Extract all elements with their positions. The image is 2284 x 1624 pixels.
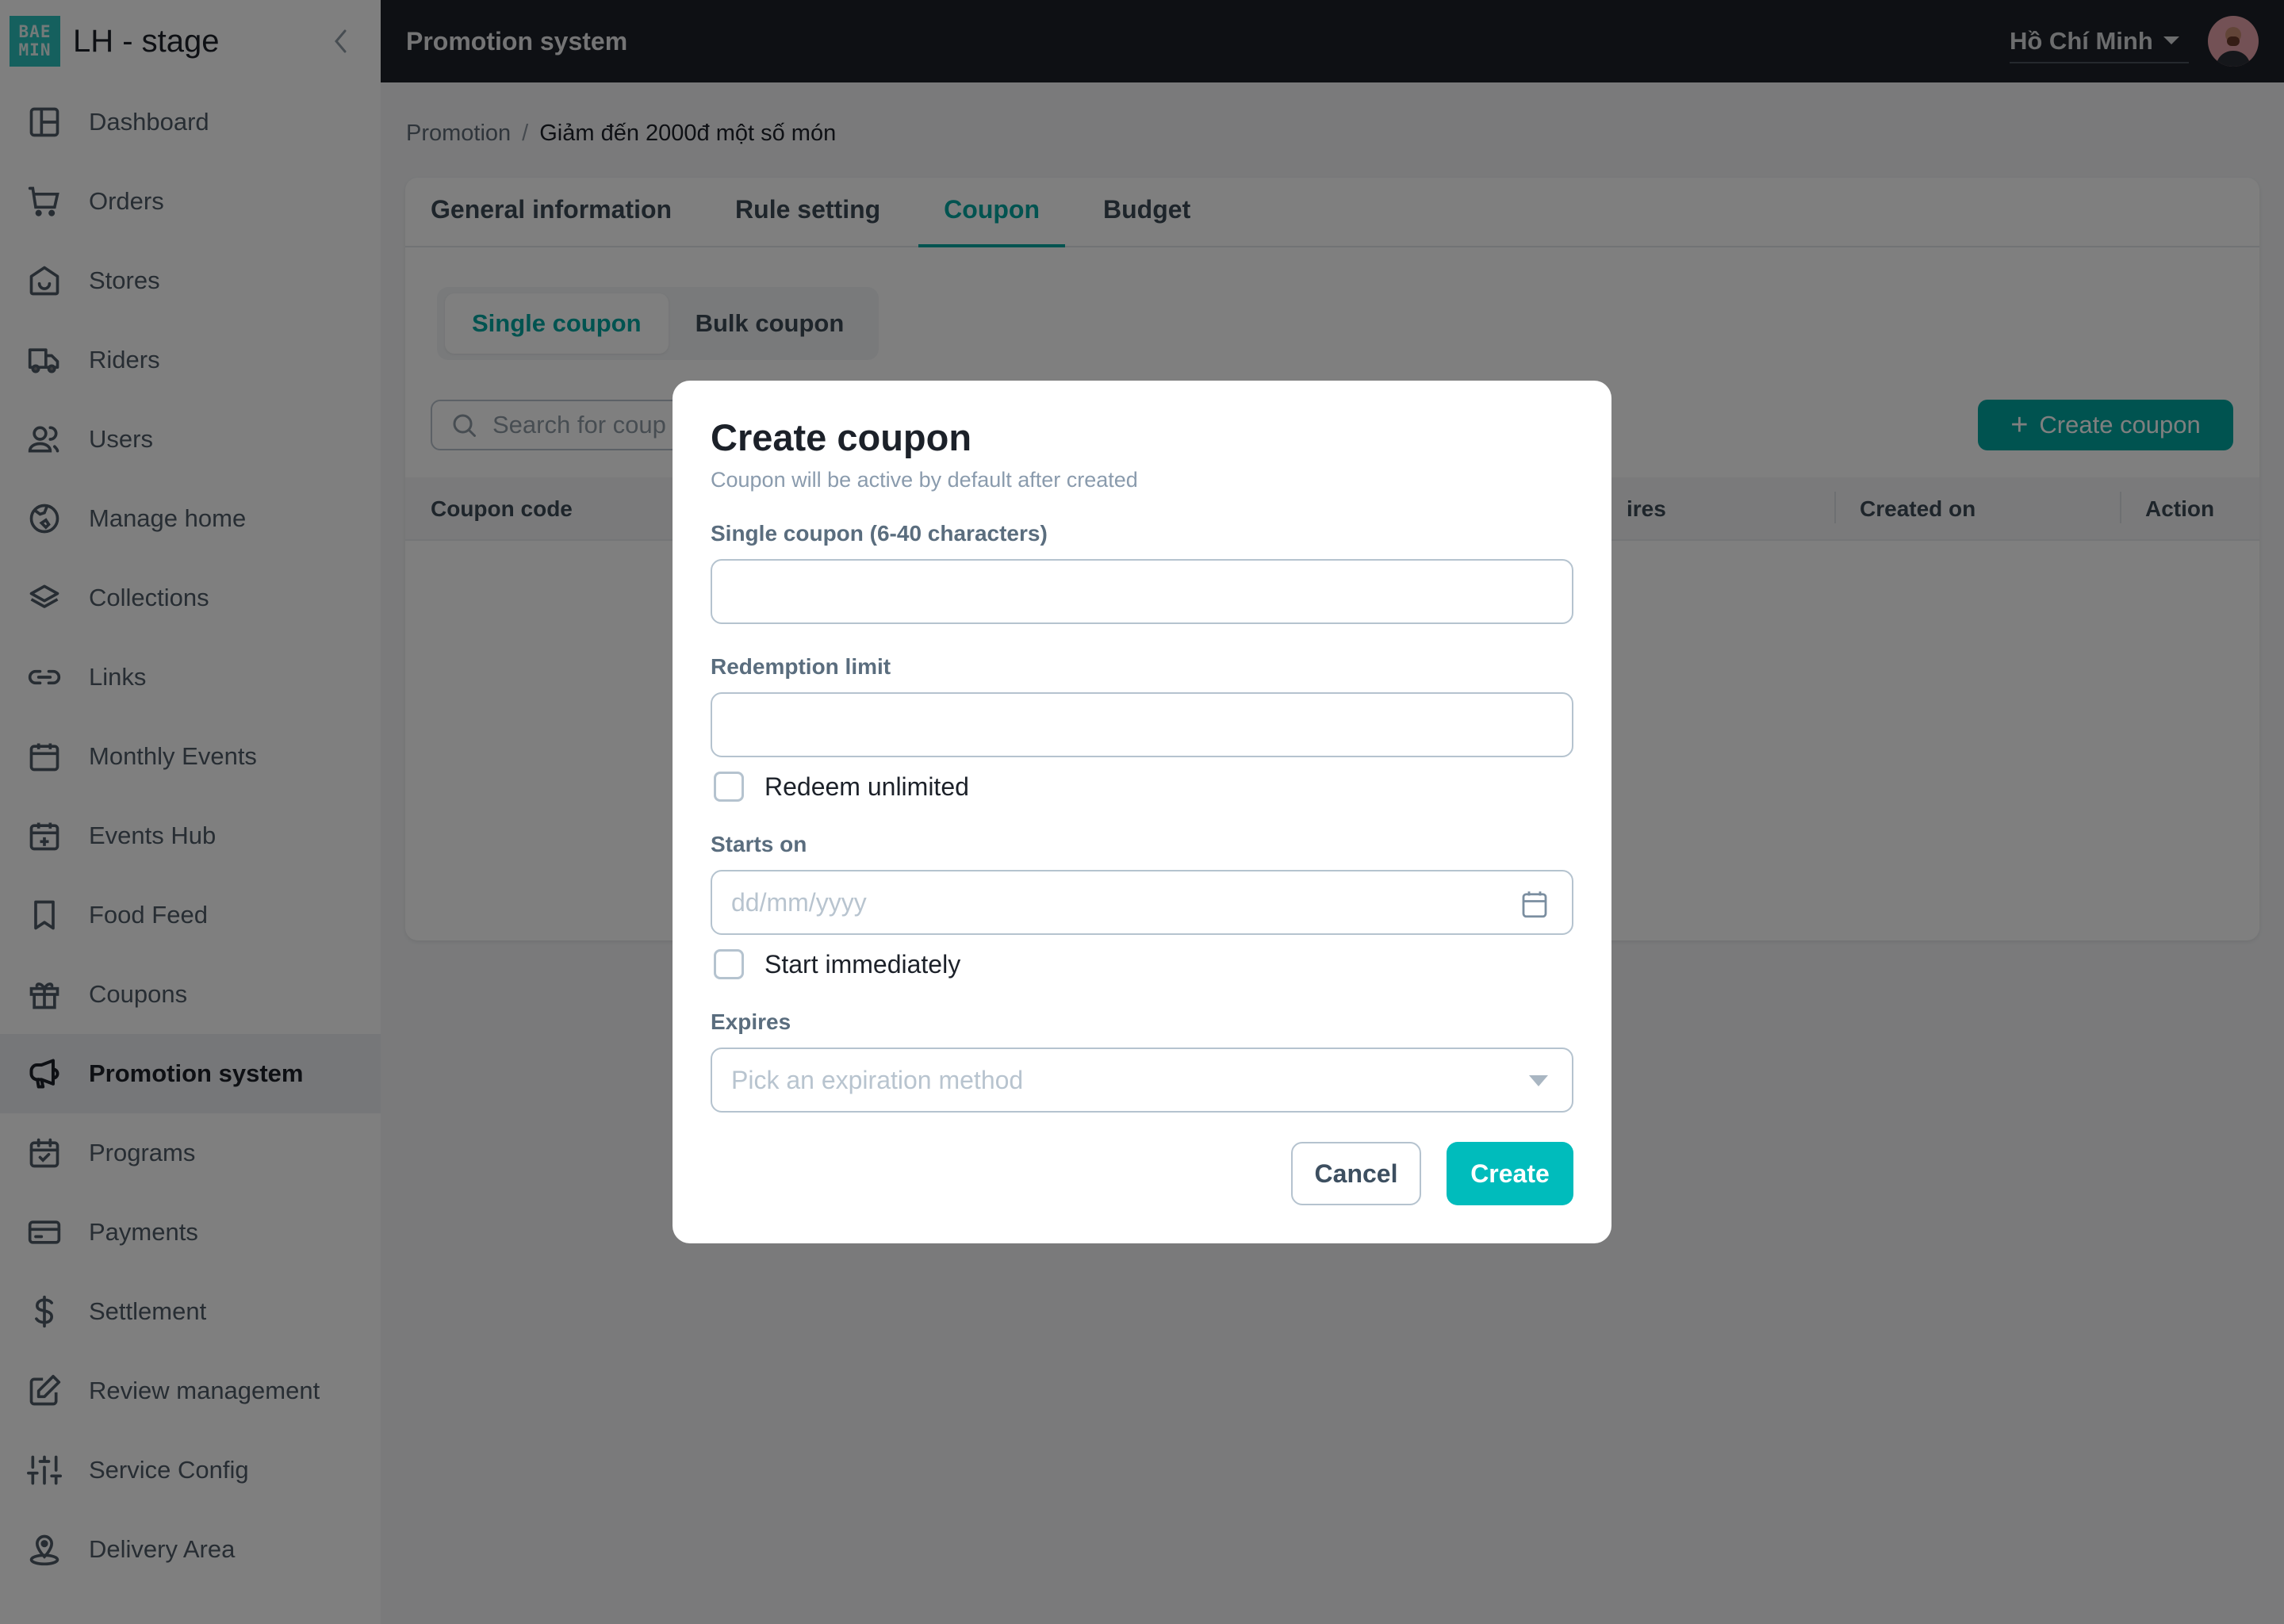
- single-coupon-input[interactable]: [711, 559, 1573, 625]
- expires-label: Expires: [711, 1009, 791, 1035]
- single-coupon-label: Single coupon (6-40 characters): [711, 521, 1048, 546]
- start-immediately-label[interactable]: Start immediately: [765, 950, 960, 979]
- expiration-method-placeholder: Pick an expiration method: [731, 1065, 1024, 1094]
- calendar-icon[interactable]: [1518, 887, 1551, 921]
- starts-on-label: Starts on: [711, 832, 807, 857]
- expiration-method-select[interactable]: Pick an expiration method: [711, 1048, 1573, 1113]
- redeem-unlimited-label[interactable]: Redeem unlimited: [765, 772, 969, 802]
- starts-on-date-input[interactable]: dd/mm/yyyy: [711, 870, 1573, 936]
- start-immediately-checkbox[interactable]: [714, 949, 744, 980]
- redemption-limit-input[interactable]: [711, 692, 1573, 758]
- cancel-button[interactable]: Cancel: [1291, 1142, 1421, 1205]
- create-coupon-dialog: Create coupon Coupon will be active by d…: [673, 381, 1611, 1243]
- redemption-limit-label: Redemption limit: [711, 654, 891, 680]
- redeem-unlimited-checkbox[interactable]: [714, 772, 744, 802]
- create-button[interactable]: Create: [1447, 1142, 1573, 1205]
- start-immediately-row: Start immediately: [711, 949, 1573, 980]
- caret-down-icon: [1529, 1075, 1548, 1087]
- dialog-title: Create coupon: [711, 416, 972, 458]
- starts-on-placeholder: dd/mm/yyyy: [731, 887, 867, 917]
- dialog-actions: Cancel Create: [1291, 1142, 1573, 1205]
- dialog-subtitle: Coupon will be active by default after c…: [711, 468, 1138, 492]
- redeem-unlimited-row: Redeem unlimited: [711, 772, 1573, 802]
